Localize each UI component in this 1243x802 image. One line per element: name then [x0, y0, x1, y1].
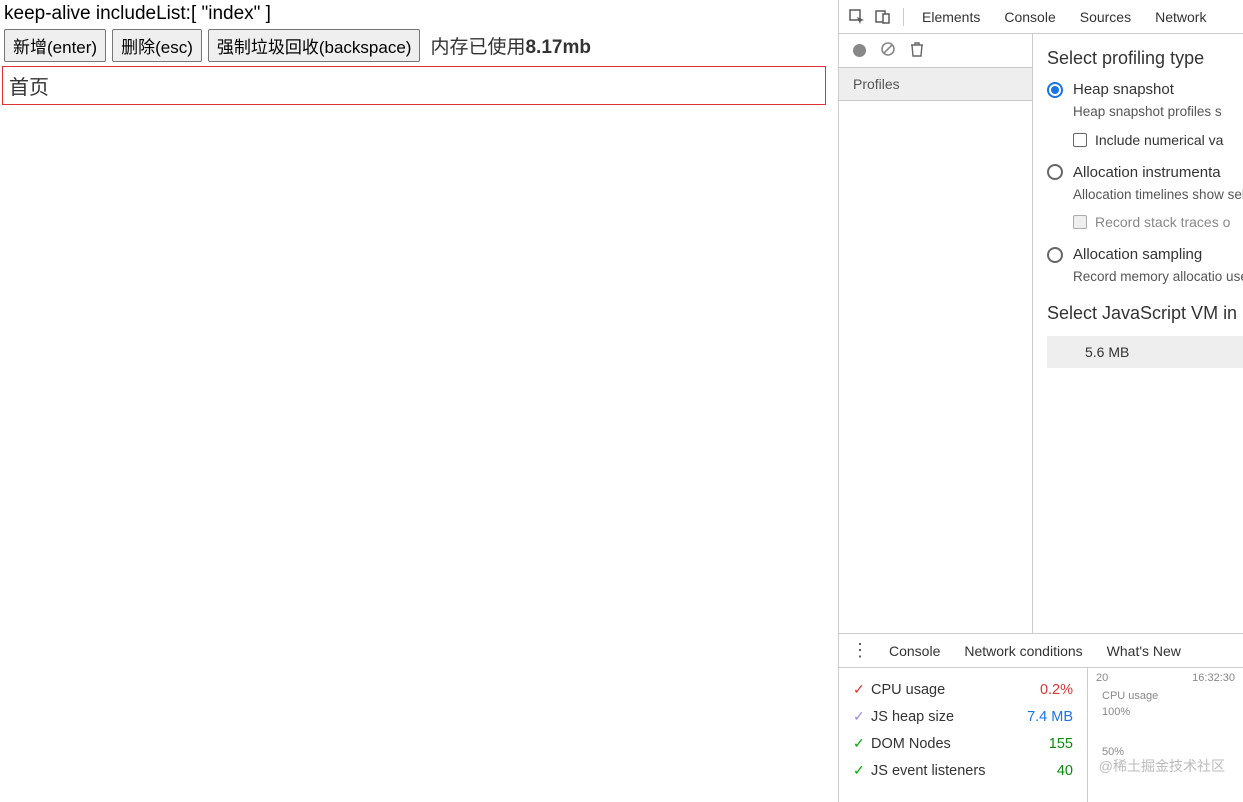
memory-usage-prefix: 内存已使用	[430, 37, 525, 58]
tab-console[interactable]: Console	[1002, 3, 1057, 31]
toolbar-divider	[903, 8, 904, 26]
option-allocation-sampling: Allocation sampling Record memory alloca…	[1047, 246, 1243, 287]
vm-instance-heading: Select JavaScript VM in	[1047, 303, 1243, 324]
metric-dom[interactable]: ✓ DOM Nodes 155	[853, 730, 1073, 757]
checkbox-include-numerical[interactable]	[1073, 133, 1087, 147]
metric-dom-value: 155	[1049, 736, 1073, 752]
keepalive-list-text: keep-alive includeList:[ "index" ]	[0, 0, 838, 29]
performance-graph: 20 16:32:30 CPU usage 100% 50%	[1087, 668, 1243, 802]
option-heap-snapshot: Heap snapshot Heap snapshot profiles s I…	[1047, 81, 1243, 148]
graph-time-end: 16:32:30	[1192, 672, 1235, 684]
memory-usage-text: 内存已使用8.17mb	[430, 32, 591, 59]
allocation-instrumentation-title[interactable]: Allocation instrumenta	[1073, 164, 1221, 181]
heap-snapshot-title[interactable]: Heap snapshot	[1073, 81, 1174, 98]
allocation-instrumentation-desc: Allocation timelines show select a time …	[1073, 185, 1243, 205]
drawer-body: ✓ CPU usage 0.2% ✓ JS heap size 7.4 MB ✓…	[839, 668, 1243, 802]
kebab-icon[interactable]: ⋮	[851, 640, 865, 661]
profiling-type-heading: Select profiling type	[1047, 48, 1243, 69]
radio-allocation-sampling[interactable]	[1047, 247, 1063, 263]
add-button[interactable]: 新增(enter)	[4, 29, 106, 62]
force-gc-button[interactable]: 强制垃圾回收(backspace)	[208, 29, 421, 62]
check-icon: ✓	[853, 762, 867, 779]
clear-icon[interactable]	[880, 41, 896, 60]
performance-metrics: ✓ CPU usage 0.2% ✓ JS heap size 7.4 MB ✓…	[839, 668, 1087, 802]
memory-sidebar: Profiles	[839, 34, 1033, 633]
device-toggle-icon[interactable]	[873, 7, 893, 27]
drawer-tab-console[interactable]: Console	[889, 643, 940, 659]
inspect-icon[interactable]	[847, 7, 867, 27]
delete-button[interactable]: 删除(esc)	[112, 29, 202, 62]
metric-listeners-value: 40	[1057, 763, 1073, 779]
graph-100-percent: 100%	[1102, 706, 1130, 718]
metric-listeners-label: JS event listeners	[871, 763, 1057, 779]
option-allocation-instrumentation: Allocation instrumenta Allocation timeli…	[1047, 164, 1243, 231]
graph-time-start: 20	[1096, 672, 1108, 684]
trash-icon[interactable]	[910, 41, 924, 60]
devtools-tabs: Elements Console Sources Network	[920, 3, 1208, 31]
radio-allocation-instrumentation[interactable]	[1047, 164, 1063, 180]
tab-sources[interactable]: Sources	[1078, 3, 1133, 31]
graph-label: CPU usage	[1102, 690, 1158, 702]
metric-listeners[interactable]: ✓ JS event listeners 40	[853, 757, 1073, 784]
metric-heap-label: JS heap size	[871, 709, 1027, 725]
button-row: 新增(enter) 删除(esc) 强制垃圾回收(backspace) 内存已使…	[0, 29, 838, 66]
metric-cpu[interactable]: ✓ CPU usage 0.2%	[853, 676, 1073, 703]
devtools-panel: Elements Console Sources Network Profile…	[838, 0, 1243, 802]
checkbox-record-stack-traces	[1073, 215, 1087, 229]
record-icon[interactable]	[853, 44, 866, 57]
radio-heap-snapshot[interactable]	[1047, 82, 1063, 98]
tab-network[interactable]: Network	[1153, 3, 1208, 31]
metric-heap[interactable]: ✓ JS heap size 7.4 MB	[853, 703, 1073, 730]
drawer-tab-whats-new[interactable]: What's New	[1107, 643, 1181, 659]
drawer-tab-network-conditions[interactable]: Network conditions	[964, 643, 1082, 659]
memory-main: Select profiling type Heap snapshot Heap…	[1033, 34, 1243, 633]
devtools-drawer: ⋮ Console Network conditions What's New …	[839, 634, 1243, 802]
tab-elements[interactable]: Elements	[920, 3, 982, 31]
checkbox-record-stack-traces-label: Record stack traces o	[1095, 214, 1230, 230]
metric-dom-label: DOM Nodes	[871, 736, 1049, 752]
allocation-sampling-title[interactable]: Allocation sampling	[1073, 246, 1202, 263]
allocation-sampling-desc: Record memory allocatio used for long ru…	[1073, 267, 1243, 287]
check-icon: ✓	[853, 681, 867, 698]
page-index-box[interactable]: 首页	[2, 66, 826, 105]
metric-heap-value: 7.4 MB	[1027, 709, 1073, 725]
profiles-section-header[interactable]: Profiles	[839, 68, 1032, 101]
graph-50-percent: 50%	[1102, 746, 1124, 758]
devtools-toolbar: Elements Console Sources Network	[839, 0, 1243, 34]
check-icon: ✓	[853, 708, 867, 725]
vm-instance-row[interactable]: 5.6 MB	[1047, 336, 1243, 368]
drawer-tabs: ⋮ Console Network conditions What's New	[839, 634, 1243, 668]
devtools-body: Profiles Select profiling type Heap snap…	[839, 34, 1243, 634]
check-icon: ✓	[853, 735, 867, 752]
heap-snapshot-desc: Heap snapshot profiles s	[1073, 102, 1243, 122]
metric-cpu-label: CPU usage	[871, 682, 1040, 698]
memory-usage-value: 8.17mb	[525, 37, 590, 58]
memory-sidebar-toolbar	[839, 34, 1032, 68]
checkbox-include-numerical-label[interactable]: Include numerical va	[1095, 132, 1223, 148]
metric-cpu-value: 0.2%	[1040, 682, 1073, 698]
app-page: keep-alive includeList:[ "index" ] 新增(en…	[0, 0, 838, 802]
